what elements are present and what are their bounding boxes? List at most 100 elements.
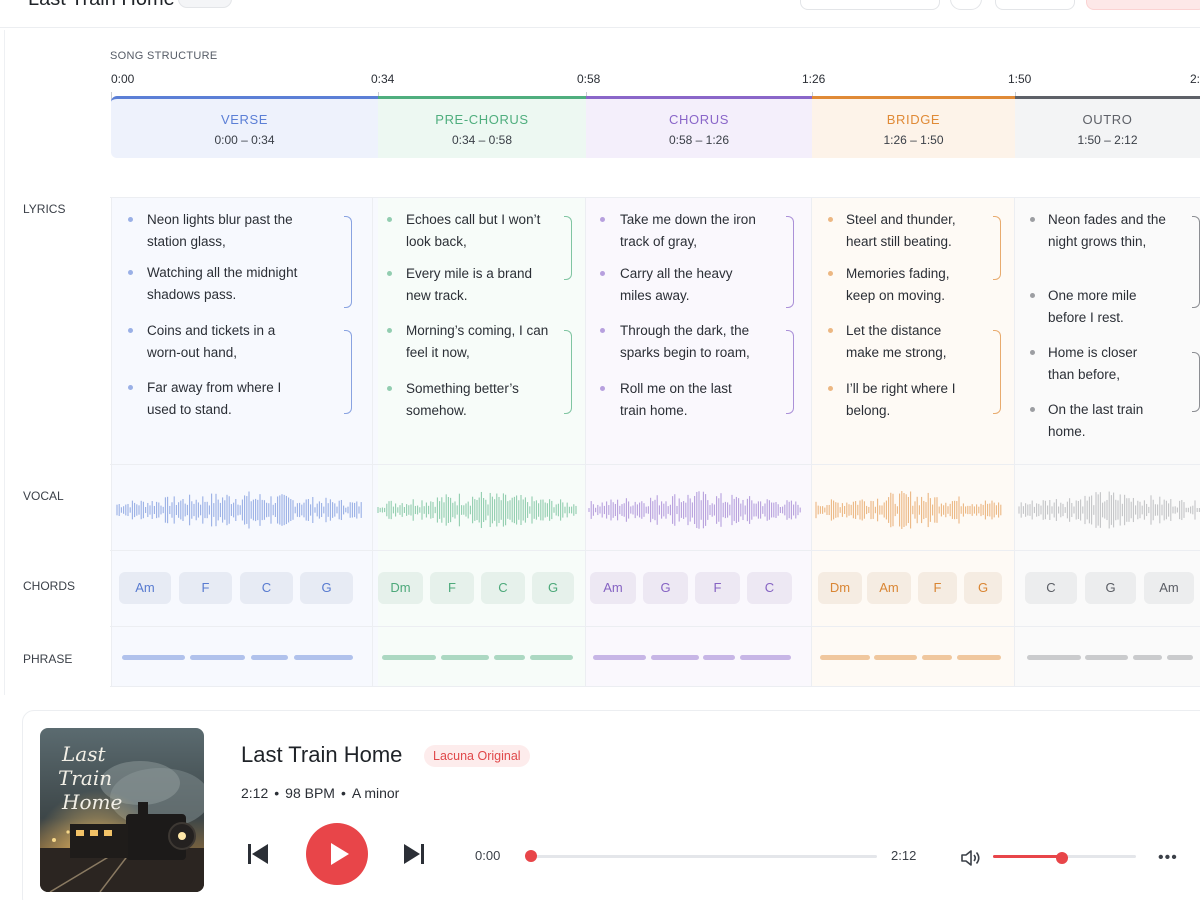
chord-chip[interactable]: Dm xyxy=(818,572,862,604)
lyric-line[interactable]: Take me down the iron track of gray, xyxy=(620,209,770,253)
chord-chip[interactable]: G xyxy=(964,572,1002,604)
lyric-line[interactable]: Home is closer than before, xyxy=(1048,342,1158,386)
grid-line xyxy=(111,197,112,686)
next-track-icon[interactable] xyxy=(402,843,426,865)
timecode: 1:50 xyxy=(1008,72,1032,86)
lyric-line[interactable]: Coins and tickets in a worn-out hand, xyxy=(147,320,297,364)
lyric-line[interactable]: Something better’s somehow. xyxy=(406,378,536,422)
meta-separator: • xyxy=(274,785,280,801)
phrase-segment[interactable] xyxy=(874,655,917,660)
phrase-segment[interactable] xyxy=(122,655,185,660)
lyric-bullet xyxy=(387,271,392,276)
section-chorus[interactable]: CHORUS 0:58 – 1:26 xyxy=(586,96,812,158)
lyric-line[interactable]: Every mile is a brand new track. xyxy=(406,263,546,307)
grid-line xyxy=(110,197,1200,198)
chord-chip[interactable]: Dm xyxy=(378,572,423,604)
timecode: 1:26 xyxy=(802,72,826,86)
toolbar-button[interactable] xyxy=(800,0,940,10)
phrase-segment[interactable] xyxy=(294,655,353,660)
phrase-bracket xyxy=(344,330,352,414)
lyric-line[interactable]: Neon lights blur past the station glass, xyxy=(147,209,332,253)
lyric-line[interactable]: I’ll be right where I belong. xyxy=(846,378,971,422)
phrase-segment[interactable] xyxy=(494,655,525,660)
phrase-segment[interactable] xyxy=(703,655,735,660)
lyric-line[interactable]: Memories fading, keep on moving. xyxy=(846,263,971,307)
chord-chip[interactable]: Am xyxy=(119,572,171,604)
chord-chip[interactable]: C xyxy=(240,572,293,604)
section-pre-chorus[interactable]: PRE-CHORUS 0:34 – 0:58 xyxy=(378,96,586,158)
previous-track-icon[interactable] xyxy=(246,843,270,865)
more-options-icon[interactable]: ••• xyxy=(1158,849,1178,867)
lyric-line[interactable]: Let the distance make me strong, xyxy=(846,320,971,364)
phrase-segment[interactable] xyxy=(441,655,489,660)
chord-chip[interactable]: G xyxy=(643,572,688,604)
phrase-segment[interactable] xyxy=(1167,655,1193,660)
section-range: 0:58 – 1:26 xyxy=(668,133,730,147)
lyric-bullet xyxy=(1030,293,1035,298)
lyric-line[interactable]: Steel and thunder, heart still beating. xyxy=(846,209,971,253)
section-bridge[interactable]: BRIDGE 1:26 – 1:50 xyxy=(812,96,1015,158)
section-name: PRE-CHORUS xyxy=(435,112,529,127)
section-outro[interactable]: OUTRO 1:50 – 2:12 xyxy=(1015,96,1200,158)
lyric-line[interactable]: On the last train home. xyxy=(1048,399,1158,443)
phrase-segment[interactable] xyxy=(530,655,573,660)
section-verse[interactable]: VERSE 0:00 – 0:34 xyxy=(111,96,378,158)
lyric-line[interactable]: Carry all the heavy miles away. xyxy=(620,263,750,307)
phrase-segment[interactable] xyxy=(651,655,699,660)
phrase-segment[interactable] xyxy=(251,655,288,660)
volume-icon[interactable] xyxy=(960,849,982,867)
phrase-segment[interactable] xyxy=(190,655,245,660)
phrase-segment[interactable] xyxy=(1027,655,1081,660)
phrase-bracket xyxy=(564,216,572,280)
top-bar: Last Train Home xyxy=(0,0,1200,28)
lyric-line[interactable]: Watching all the midnight shadows pass. xyxy=(147,262,332,306)
chord-chip[interactable]: F xyxy=(430,572,474,604)
cover-title: Train xyxy=(58,766,113,790)
chord-chip[interactable]: Am xyxy=(590,572,636,604)
title-tag xyxy=(178,0,232,8)
phrase-segment[interactable] xyxy=(382,655,436,660)
chord-chip[interactable]: C xyxy=(1025,572,1077,604)
chord-chip[interactable]: G xyxy=(300,572,353,604)
vocal-waveform[interactable] xyxy=(111,470,1200,550)
chord-chip[interactable]: F xyxy=(179,572,232,604)
lyric-bullet xyxy=(128,385,133,390)
phrase-segment[interactable] xyxy=(1085,655,1128,660)
chord-chip[interactable]: Am xyxy=(1144,572,1194,604)
progress-track[interactable] xyxy=(531,855,877,858)
copy-button[interactable] xyxy=(995,0,1075,10)
lyric-line[interactable]: Morning’s coming, I can feel it now, xyxy=(406,320,561,364)
song-meta: 2:12 • 98 BPM • A minor xyxy=(241,785,399,801)
volume-knob[interactable] xyxy=(1055,852,1068,864)
chord-chip[interactable]: Am xyxy=(867,572,911,604)
primary-action-button[interactable] xyxy=(1086,0,1200,10)
help-button[interactable] xyxy=(950,0,982,10)
grid-line xyxy=(110,686,1200,687)
lyric-line[interactable]: Neon fades and the night grows thin, xyxy=(1048,209,1173,253)
chord-chip[interactable]: F xyxy=(918,572,957,604)
chord-chip[interactable]: C xyxy=(481,572,525,604)
phrase-segment[interactable] xyxy=(957,655,1001,660)
phrase-segment[interactable] xyxy=(922,655,952,660)
chord-chip[interactable]: C xyxy=(747,572,792,604)
lyric-line[interactable]: Echoes call but I won’t look back, xyxy=(406,209,556,253)
timecode: 0:34 xyxy=(371,72,395,86)
grid-line xyxy=(811,197,812,686)
phrase-segment[interactable] xyxy=(820,655,870,660)
song-bpm: 98 BPM xyxy=(285,785,335,801)
row-label-vocal: VOCAL xyxy=(23,489,64,503)
total-time: 2:12 xyxy=(891,848,917,863)
play-button[interactable] xyxy=(306,823,368,885)
chord-chip[interactable]: F xyxy=(695,572,740,604)
phrase-segment[interactable] xyxy=(740,655,791,660)
lyric-line[interactable]: Through the dark, the sparks begin to ro… xyxy=(620,320,770,364)
progress-knob[interactable] xyxy=(525,850,537,862)
chord-chip[interactable]: G xyxy=(532,572,574,604)
lyric-line[interactable]: Far away from where I used to stand. xyxy=(147,377,297,421)
grid-line xyxy=(110,464,1200,465)
lyric-line[interactable]: One more mile before I rest. xyxy=(1048,285,1173,329)
chord-chip[interactable]: G xyxy=(1085,572,1136,604)
lyric-line[interactable]: Roll me on the last train home. xyxy=(620,378,750,422)
phrase-segment[interactable] xyxy=(1133,655,1162,660)
phrase-segment[interactable] xyxy=(593,655,646,660)
